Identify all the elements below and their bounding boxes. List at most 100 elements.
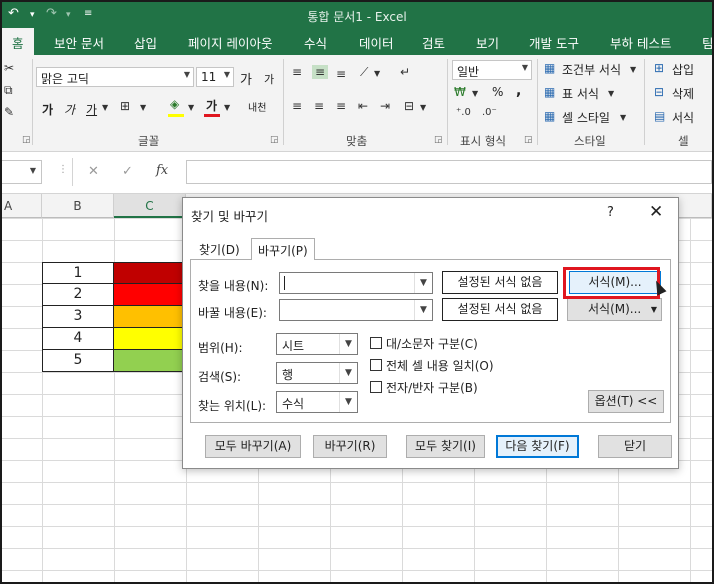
italic-button[interactable]: 가	[64, 101, 75, 118]
name-box[interactable]: ▼	[2, 160, 42, 184]
options-button[interactable]: 옵션(T) <<	[588, 390, 664, 413]
align-middle-icon[interactable]: ≡	[312, 65, 329, 79]
match-entire-checkbox[interactable]	[370, 359, 382, 371]
align-right-icon[interactable]: ≡	[336, 99, 346, 113]
find-all-button[interactable]: 모두 찾기(I)	[406, 435, 485, 458]
font-name-combo[interactable]: 맑은 고딕 ▼	[36, 67, 194, 87]
chevron-down-icon[interactable]: ▼	[414, 273, 432, 293]
match-entire-label[interactable]: 전체 셀 내용 일치(O)	[386, 357, 494, 374]
alignment-launcher-icon[interactable]: ◲	[434, 135, 443, 145]
format-painter-icon[interactable]: ✎	[4, 105, 14, 119]
tab-load-test[interactable]: 부하 테스트	[610, 33, 671, 52]
match-case-label[interactable]: 대/소문자 구분(C)	[386, 335, 478, 352]
percent-button[interactable]: %	[492, 85, 503, 99]
find-next-button[interactable]: 다음 찾기(F)	[496, 435, 579, 458]
cell-c-row3[interactable]	[114, 306, 186, 328]
chevron-down-icon[interactable]: ▼	[630, 65, 636, 74]
borders-icon[interactable]: ⊞	[120, 99, 130, 113]
wrap-text-icon[interactable]: ↵	[400, 65, 410, 79]
underline-button[interactable]: 가	[86, 101, 97, 118]
format-cells-icon[interactable]: ▤	[654, 109, 665, 123]
decrease-decimal-icon[interactable]: .0⁻	[482, 107, 497, 118]
tab-security[interactable]: 보안 문서	[54, 33, 104, 52]
match-byte-label[interactable]: 전자/반자 구분(B)	[386, 379, 478, 396]
orientation-icon[interactable]: ⟋	[360, 65, 368, 80]
chevron-down-icon[interactable]: ▼	[420, 103, 426, 112]
replace-button[interactable]: 바꾸기(R)	[313, 435, 387, 458]
close-icon[interactable]: ✕	[649, 202, 663, 222]
bold-button[interactable]: 가	[42, 101, 53, 118]
cell-style-button[interactable]: 셀 스타일	[562, 109, 610, 126]
table-format-icon[interactable]: ▦	[544, 85, 555, 99]
tab-review[interactable]: 검토	[422, 33, 445, 52]
cell-c-row4[interactable]	[114, 328, 186, 350]
tab-home[interactable]: 홈	[2, 28, 34, 55]
comma-button[interactable]: ,	[516, 83, 521, 99]
cell-b-row1[interactable]: 1	[42, 262, 114, 284]
currency-button[interactable]: ₩	[454, 85, 466, 99]
cut-icon[interactable]: ✂	[4, 61, 14, 75]
number-launcher-icon[interactable]: ◲	[524, 135, 533, 145]
increase-decimal-icon[interactable]: ⁺.0	[456, 107, 471, 118]
find-what-combo[interactable]: ▼	[279, 272, 433, 294]
insert-function-icon[interactable]: fx	[156, 163, 168, 178]
column-header-c[interactable]: C	[114, 194, 186, 218]
insert-button[interactable]: 삽입	[672, 61, 694, 78]
fill-color-icon[interactable]: ◈	[170, 97, 179, 111]
tab-find[interactable]: 찾기(D)	[193, 238, 246, 260]
cancel-icon[interactable]: ✕	[88, 164, 99, 179]
format-button[interactable]: 서식	[672, 109, 694, 126]
chevron-down-icon[interactable]: ▼	[414, 300, 432, 320]
tab-developer[interactable]: 개발 도구	[529, 33, 579, 52]
shrink-font-button[interactable]: 가	[264, 71, 274, 87]
tab-insert[interactable]: 삽입	[134, 33, 157, 52]
chevron-down-icon[interactable]: ▼	[188, 103, 194, 112]
clipboard-launcher-icon[interactable]: ◲	[22, 135, 31, 145]
match-byte-checkbox[interactable]	[370, 381, 382, 393]
tab-team[interactable]: 팀	[702, 33, 712, 52]
chevron-down-icon[interactable]: ▼	[102, 103, 108, 112]
formula-input[interactable]	[186, 160, 712, 184]
conditional-format-icon[interactable]: ▦	[544, 61, 555, 75]
chevron-down-icon[interactable]: ▼	[140, 103, 146, 112]
cell-style-icon[interactable]: ▦	[544, 109, 555, 123]
search-select[interactable]: 행 ▼	[276, 362, 358, 384]
look-in-select[interactable]: 수식 ▼	[276, 391, 358, 413]
tab-formulas[interactable]: 수식	[304, 33, 327, 52]
font-launcher-icon[interactable]: ◲	[270, 135, 279, 145]
column-header-b[interactable]: B	[42, 194, 114, 218]
enter-icon[interactable]: ✓	[122, 164, 133, 179]
table-format-button[interactable]: 표 서식	[562, 85, 599, 102]
copy-icon[interactable]: ⧉	[4, 83, 13, 98]
font-color-button[interactable]: 가	[206, 97, 217, 114]
chevron-down-icon[interactable]: ▼	[224, 103, 230, 112]
merge-center-icon[interactable]: ⊟	[404, 99, 414, 113]
scope-select[interactable]: 시트 ▼	[276, 333, 358, 355]
decrease-indent-icon[interactable]: ⇤	[358, 99, 368, 113]
align-left-icon[interactable]: ≡	[292, 99, 302, 113]
insert-cells-icon[interactable]: ⊞	[654, 61, 664, 75]
chevron-down-icon[interactable]: ▼	[620, 113, 626, 122]
close-button[interactable]: 닫기	[598, 435, 672, 458]
tab-replace[interactable]: 바꾸기(P)	[251, 238, 315, 260]
cell-b-row3[interactable]: 3	[42, 306, 114, 328]
tab-view[interactable]: 보기	[476, 33, 499, 52]
chevron-down-icon[interactable]: ▼	[374, 69, 380, 78]
conditional-format-button[interactable]: 조건부 서식	[562, 61, 621, 78]
cell-c-row1[interactable]	[114, 262, 186, 284]
cell-c-row5[interactable]	[114, 350, 186, 372]
replace-format-button[interactable]: 서식(M)... ▼	[567, 298, 662, 321]
column-header-a[interactable]: A	[2, 194, 42, 218]
align-top-icon[interactable]: ≡	[292, 65, 302, 79]
drag-handle-icon[interactable]: ⋮	[58, 164, 68, 175]
cell-b-row2[interactable]: 2	[42, 284, 114, 306]
tab-page-layout[interactable]: 페이지 레이아웃	[188, 33, 272, 52]
font-size-combo[interactable]: 11 ▼	[196, 67, 234, 87]
match-case-checkbox[interactable]	[370, 337, 382, 349]
chevron-down-icon[interactable]: ▼	[608, 89, 614, 98]
increase-indent-icon[interactable]: ⇥	[380, 99, 390, 113]
align-center-icon[interactable]: ≡	[314, 99, 324, 113]
cell-c-row2[interactable]	[114, 284, 186, 306]
grow-font-button[interactable]: 가	[240, 69, 252, 88]
delete-cells-icon[interactable]: ⊟	[654, 85, 664, 99]
